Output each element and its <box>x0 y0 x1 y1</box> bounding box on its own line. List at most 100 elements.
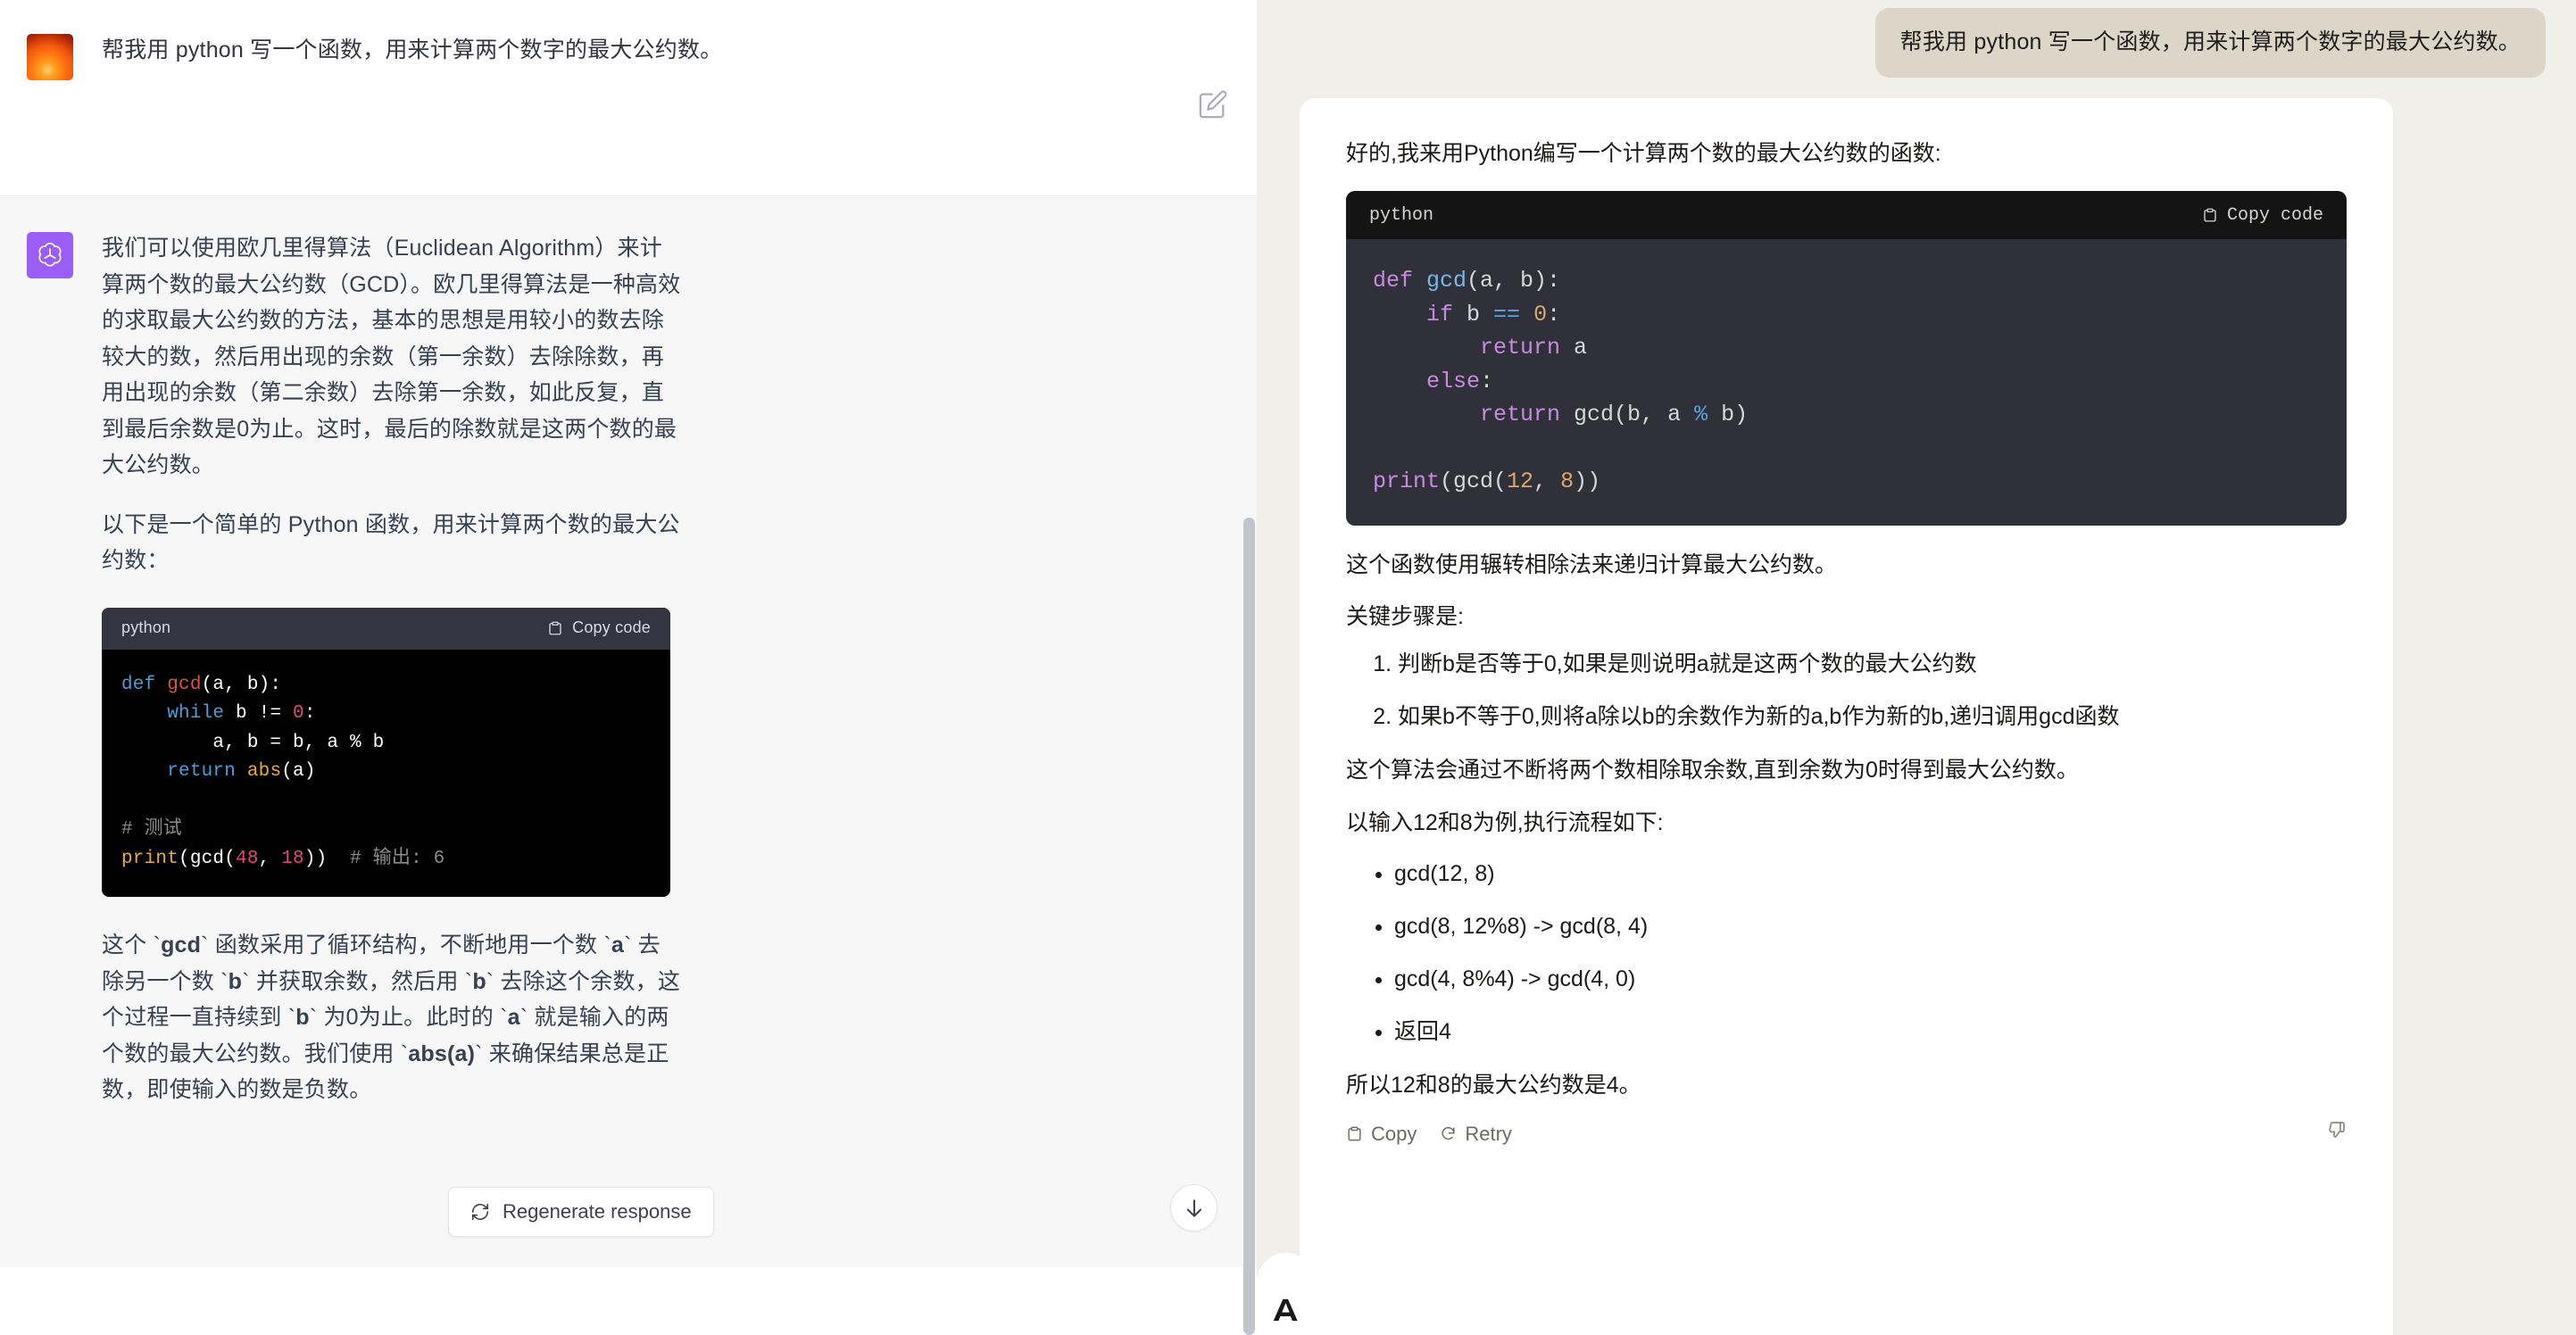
claude-copy-code-button[interactable]: Copy code <box>2202 205 2323 226</box>
code-token: # 输出: 6 <box>350 849 445 869</box>
user-avatar <box>27 34 73 80</box>
anthropic-logo-icon <box>1257 1253 1316 1335</box>
paragraph-text: ` 函数采用了循环结构，不断地用一个数 ` <box>201 933 611 958</box>
scroll-to-bottom-button[interactable] <box>1170 1184 1217 1231</box>
code-token <box>1373 402 1480 427</box>
code-token: : <box>1480 369 1493 394</box>
chatgpt-scrollbar[interactable] <box>1242 0 1257 1335</box>
inline-code: a <box>508 1005 520 1030</box>
code-token: b != <box>224 703 293 724</box>
code-token <box>1373 335 1480 361</box>
arrow-down-icon <box>1183 1197 1206 1220</box>
code-token: : <box>1547 302 1560 328</box>
chatgpt-avatar <box>27 232 73 278</box>
chatgpt-user-turn: 帮我用 python 写一个函数，用来计算两个数字的最大公约数。 <box>0 0 1257 196</box>
claude-example-heading: 以输入12和8为例,执行流程如下: <box>1346 807 2347 839</box>
claude-step-item: 如果b不等于0,则将a除以b的余数作为新的a,b作为新的b,递归调用gcd函数 <box>1398 701 2347 733</box>
claude-trace-item: gcd(12, 8) <box>1394 858 2347 890</box>
claude-steps-heading: 关键步骤是: <box>1346 601 2347 633</box>
regenerate-response-button[interactable]: Regenerate response <box>448 1187 714 1237</box>
claude-conclusion: 所以12和8的最大公约数是4。 <box>1346 1069 2347 1101</box>
clipboard-icon <box>2202 206 2218 224</box>
chatgpt-assistant-message: 我们可以使用欧几里得算法（Euclidean Algorithm）来计算两个数的… <box>102 230 682 1108</box>
chatgpt-code-block: python Copy code def gcd(a, b): while b … <box>102 608 670 898</box>
claude-assistant-card: 好的,我来用Python编写一个计算两个数的最大公约数的函数: python C… <box>1300 98 2393 1335</box>
chatgpt-assistant-row: 我们可以使用欧几里得算法（Euclidean Algorithm）来计算两个数的… <box>0 230 1257 1108</box>
code-token: return <box>1480 402 1560 427</box>
claude-trace-item: 返回4 <box>1394 1016 2347 1048</box>
chatgpt-scrollbar-thumb[interactable] <box>1243 518 1255 1335</box>
code-token: if <box>1426 302 1453 328</box>
edit-icon[interactable] <box>1198 89 1230 121</box>
refresh-icon <box>470 1202 490 1222</box>
code-token: gcd <box>1426 268 1467 294</box>
code-token: 0 <box>1533 302 1547 328</box>
code-token: (a, b): <box>202 675 282 695</box>
claude-code-content: def gcd(a, b): if b == 0: return a else:… <box>1346 239 2347 526</box>
code-token: a <box>1560 335 1587 361</box>
code-token: def <box>121 675 167 695</box>
claude-steps-list: 判断b是否等于0,如果是则说明a就是这两个数的最大公约数如果b不等于0,则将a除… <box>1346 649 2347 733</box>
chatgpt-code-header: python Copy code <box>102 608 670 650</box>
inline-code: a <box>611 933 624 958</box>
inline-code: b <box>295 1005 309 1030</box>
chatgpt-user-message: 帮我用 python 写一个函数，用来计算两个数字的最大公约数。 <box>102 32 722 80</box>
code-token: (gcd( <box>1440 468 1507 494</box>
claude-intro-text: 好的,我来用Python编写一个计算两个数的最大公约数的函数: <box>1346 137 2347 170</box>
code-token: abs <box>247 761 281 782</box>
code-token <box>121 703 167 724</box>
chatgpt-assistant-turn: 我们可以使用欧几里得算法（Euclidean Algorithm）来计算两个数的… <box>0 196 1257 1267</box>
code-token: : <box>304 703 316 724</box>
code-token: (a, b): <box>1467 268 1560 294</box>
claude-trace-list: gcd(12, 8)gcd(8, 12%8) -> gcd(8, 4)gcd(4… <box>1346 858 2347 1048</box>
chatgpt-user-row: 帮我用 python 写一个函数，用来计算两个数字的最大公约数。 <box>0 32 1257 80</box>
claude-copy-button[interactable]: Copy <box>1346 1123 1417 1146</box>
chatgpt-code-content: def gcd(a, b): while b != 0: a, b = b, a… <box>102 650 670 898</box>
code-token <box>236 761 247 782</box>
code-token: 18 <box>281 849 304 869</box>
code-token: 12 <box>1507 468 1533 494</box>
chatgpt-code-language: python <box>121 615 170 641</box>
code-token: b) <box>1708 402 1748 427</box>
paragraph-text: ` 并获取余数，然后用 ` <box>242 969 472 994</box>
assistant-paragraph-2: 以下是一个简单的 Python 函数，用来计算两个数的最大公约数： <box>102 507 682 579</box>
refresh-icon <box>1440 1124 1457 1143</box>
code-token: print <box>121 849 179 869</box>
inline-code: abs(a) <box>408 1041 475 1066</box>
claude-message-footer: Copy Retry <box>1346 1121 2347 1147</box>
code-token <box>1520 302 1533 328</box>
claude-user-message: 帮我用 python 写一个函数，用来计算两个数字的最大公约数。 <box>1875 8 2546 78</box>
claude-code-language: python <box>1369 205 1433 226</box>
claude-code-block: python Copy code def gcd(a, b): if b == … <box>1346 191 2347 526</box>
chatgpt-copy-code-label: Copy code <box>572 615 651 641</box>
claude-retry-button[interactable]: Retry <box>1440 1123 1512 1146</box>
code-token: 8 <box>1560 468 1574 494</box>
code-token: # 测试 <box>121 819 182 840</box>
code-token: while <box>167 703 224 724</box>
code-token <box>1373 302 1426 328</box>
thumbs-down-icon[interactable] <box>2325 1121 2347 1147</box>
inline-code: b <box>229 969 242 994</box>
clipboard-icon <box>547 619 563 637</box>
code-token: gcd(b, a <box>1560 402 1694 427</box>
claude-trace-item: gcd(8, 12%8) -> gcd(8, 4) <box>1394 911 2347 942</box>
code-token: == <box>1493 302 1520 328</box>
code-token: (gcd( <box>179 849 236 869</box>
code-token: else <box>1426 369 1480 394</box>
code-token: b <box>1453 302 1493 328</box>
assistant-paragraph-3: 这个 `gcd` 函数采用了循环结构，不断地用一个数 `a` 去除另一个数 `b… <box>102 927 682 1108</box>
claude-step-item: 判断b是否等于0,如果是则说明a就是这两个数的最大公约数 <box>1398 649 2347 680</box>
code-token: def <box>1373 268 1426 294</box>
paragraph-text: ` 为0为止。此时的 ` <box>310 1005 508 1030</box>
code-token: 0 <box>293 703 304 724</box>
assistant-paragraph-1: 我们可以使用欧几里得算法（Euclidean Algorithm）来计算两个数的… <box>102 230 682 484</box>
claude-copy-code-label: Copy code <box>2227 205 2323 226</box>
code-token: )) <box>304 849 350 869</box>
chatgpt-panel: 帮我用 python 写一个函数，用来计算两个数字的最大公约数。 <box>0 0 1257 1335</box>
regenerate-response-label: Regenerate response <box>503 1200 692 1223</box>
code-token: return <box>1480 335 1560 361</box>
code-token: , <box>259 849 282 869</box>
paragraph-text: 这个 ` <box>102 933 161 958</box>
code-token <box>121 761 167 782</box>
chatgpt-copy-code-button[interactable]: Copy code <box>547 615 651 641</box>
